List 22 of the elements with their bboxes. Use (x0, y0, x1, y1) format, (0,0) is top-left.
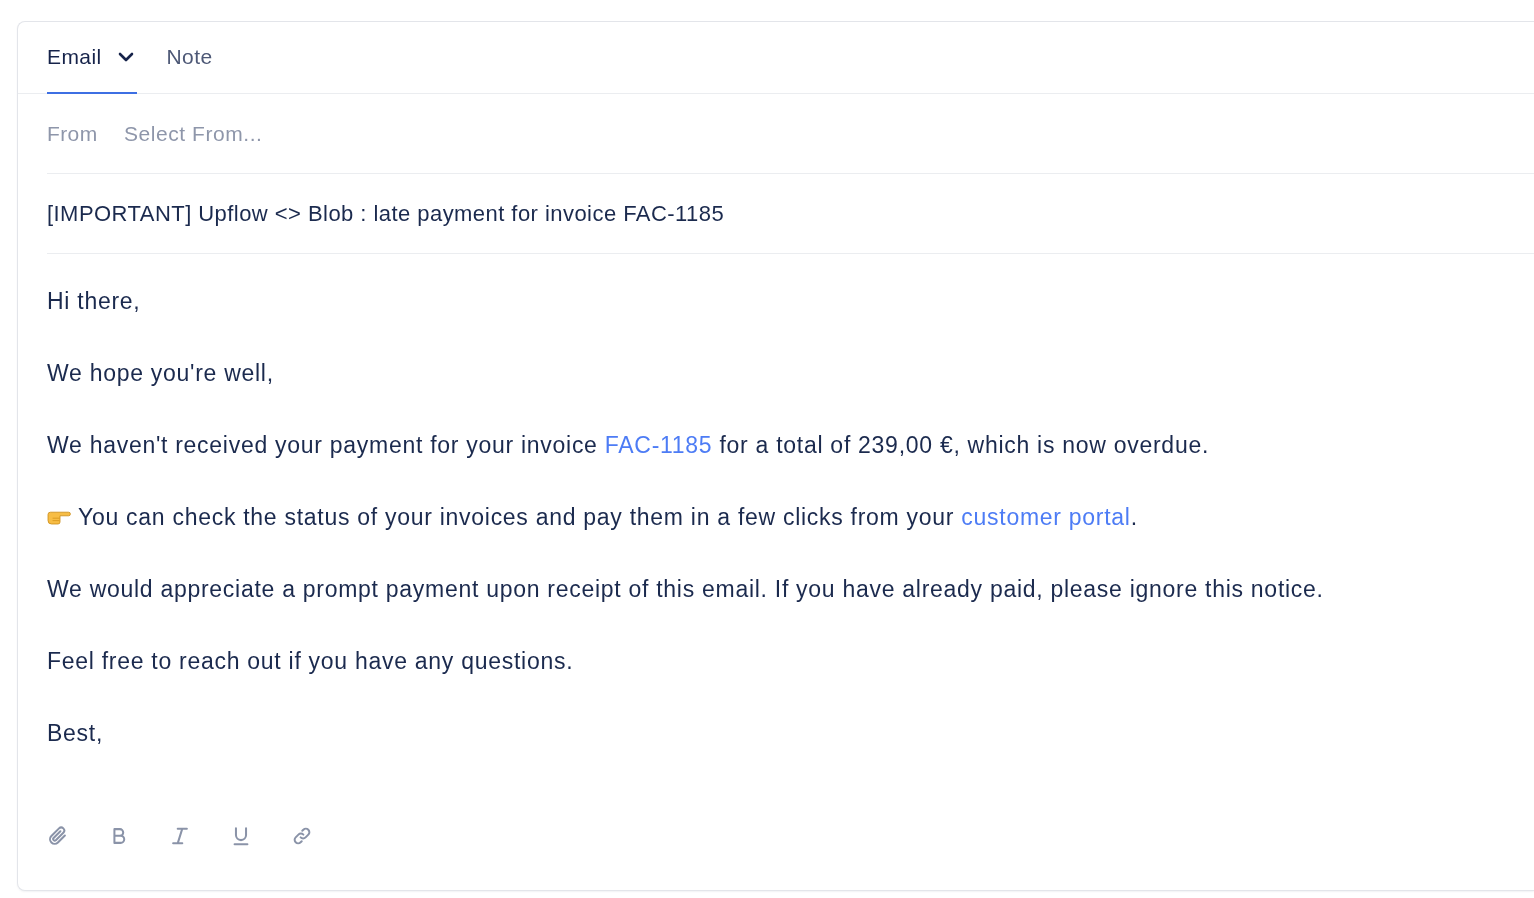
text-link[interactable]: customer portal (961, 504, 1131, 530)
body-paragraph: We haven't received your payment for your invoice FAC-1185 for a total of 239,00 €, which is now overdue. (47, 431, 1209, 460)
body-paragraph: You can check the status of your invoices and pay them in a few clicks from your customer portal. (78, 503, 1138, 532)
link-button[interactable] (291, 825, 313, 847)
pointing-hand-icon (47, 509, 71, 525)
tab[interactable]: Note (166, 22, 214, 94)
paperclip-icon (47, 825, 69, 847)
body-paragraph: We would appreciate a prompt payment upon receipt of this email. If you have already paid, please ignore this notice. (47, 575, 1324, 604)
from-select-field[interactable]: Select From... (124, 113, 1534, 154)
field-label: From (47, 120, 99, 147)
text-link[interactable]: FAC-1185 (604, 432, 713, 458)
body-paragraph: Hi there, (47, 287, 141, 316)
body-paragraph: Feel free to reach out if you have any questions. (47, 647, 574, 676)
tab[interactable]: Email (47, 22, 137, 94)
link-icon (291, 825, 313, 847)
paperclip-button[interactable] (47, 825, 69, 847)
body-paragraph: Best, (47, 719, 103, 748)
body-paragraph: We hope you're well, (47, 359, 274, 388)
italic-icon (169, 825, 191, 847)
chevron-down-icon (117, 52, 134, 62)
italic-button[interactable] (169, 825, 191, 847)
subject-field[interactable]: [IMPORTANT] Upflow <> Blob : late payment for invoice FAC-1185 (47, 197, 725, 230)
